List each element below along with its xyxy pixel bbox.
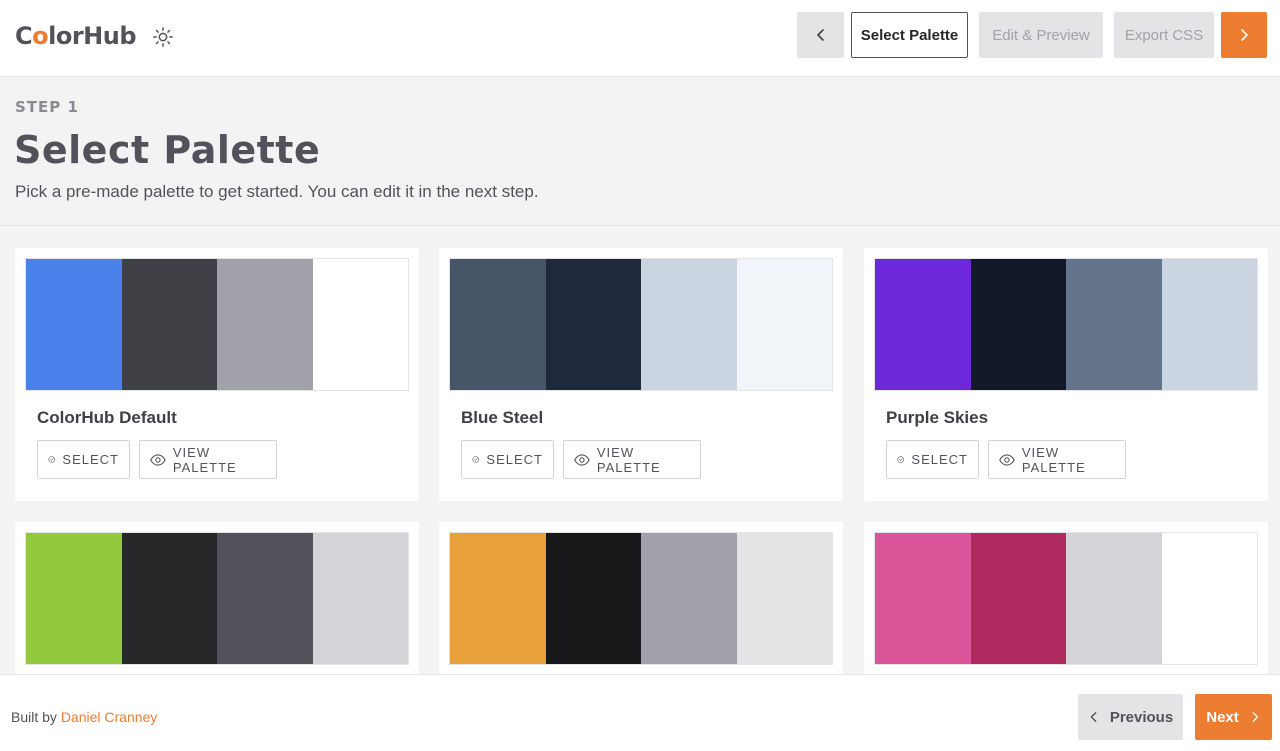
swatch [545,533,641,664]
chevron-left-icon [816,29,824,41]
previous-button[interactable]: Previous [1078,694,1183,740]
palette-name: Purple Skies [886,408,989,427]
logo-accent: o [32,22,49,50]
credit-prefix: Built by [11,709,57,725]
palette-card: Blue Steel SELECT VIEW PALETTE [439,248,843,501]
eye-icon [574,453,590,466]
sun-icon [153,27,173,47]
palette-name: Blue Steel [461,408,544,427]
swatch [875,533,971,664]
view-palette-button[interactable]: VIEW PALETTE [139,440,277,479]
credit: Built by Daniel Cranney [11,709,157,725]
intro-section: STEP 1 Select Palette Pick a pre-made pa… [0,78,1280,226]
logo-suffix: lorHub [48,22,137,50]
swatch [121,259,217,390]
swatch [121,533,217,664]
view-palette-label: VIEW PALETTE [596,444,661,475]
swatch [641,533,737,664]
select-label: SELECT [911,452,968,467]
select-button[interactable]: SELECT [37,440,130,479]
swatch [312,533,408,664]
eye-icon [999,453,1015,466]
page-title: Select Palette [14,128,321,172]
tab-select-palette[interactable]: Select Palette [851,12,968,58]
swatch [26,533,122,664]
swatch [875,259,971,390]
palette-grid: ColorHub Default SELECT VIEW PALETTE Blu… [0,227,1280,674]
palette-swatches[interactable] [25,258,409,391]
logo-prefix: C [15,22,33,50]
top-bar: ColorHub Select Palette Edit & Preview E… [0,0,1280,77]
palette-swatches[interactable] [874,532,1258,665]
swatch [312,259,408,390]
palette-swatches[interactable] [449,258,833,391]
swatch [1161,259,1257,390]
check-circle-icon [897,456,904,463]
header-previous-button[interactable] [797,12,844,58]
swatch [545,259,641,390]
palette-swatches[interactable] [874,258,1258,391]
author-link[interactable]: Daniel Cranney [61,709,158,725]
check-circle-icon [48,456,55,463]
palette-card [864,522,1268,674]
palette-card: ColorHub Default SELECT VIEW PALETTE [15,248,419,501]
view-palette-label: VIEW PALETTE [1021,444,1086,475]
palette-swatches[interactable] [449,532,833,665]
eye-icon [150,453,166,466]
tab-edit-preview[interactable]: Edit & Preview [979,12,1103,58]
swatch [970,259,1066,390]
swatch [641,259,737,390]
chevron-right-icon [1241,29,1248,41]
view-palette-button[interactable]: VIEW PALETTE [563,440,701,479]
swatch [970,533,1066,664]
check-circle-icon [472,456,479,463]
footer: Built by Daniel Cranney Previous Next [0,674,1280,751]
page-description: Pick a pre-made palette to get started. … [15,182,539,201]
logo[interactable]: ColorHub [15,22,137,50]
select-label: SELECT [62,452,119,467]
chevron-right-icon [1252,712,1259,722]
previous-label: Previous [1109,708,1174,726]
chevron-left-icon [1090,712,1097,722]
palette-card [439,522,843,674]
palette-card [15,522,419,674]
header-next-button[interactable] [1221,12,1267,58]
theme-toggle-button[interactable] [150,24,176,50]
swatch [736,533,832,664]
select-button[interactable]: SELECT [461,440,554,479]
view-palette-label: VIEW PALETTE [172,444,237,475]
next-button[interactable]: Next [1195,694,1272,740]
swatch [217,533,313,664]
swatch [1066,533,1162,664]
swatch [1161,533,1257,664]
select-button[interactable]: SELECT [886,440,979,479]
palette-swatches[interactable] [25,532,409,665]
next-label: Next [1206,708,1239,726]
swatch [217,259,313,390]
palette-card: Purple Skies SELECT VIEW PALETTE [864,248,1268,501]
swatch [450,259,546,390]
view-palette-button[interactable]: VIEW PALETTE [988,440,1126,479]
swatch [1066,259,1162,390]
swatch [26,259,122,390]
tab-export-css[interactable]: Export CSS [1114,12,1214,58]
palette-name: ColorHub Default [37,408,177,427]
swatch [450,533,546,664]
select-label: SELECT [486,452,543,467]
step-label: STEP 1 [15,98,79,116]
swatch [736,259,832,390]
